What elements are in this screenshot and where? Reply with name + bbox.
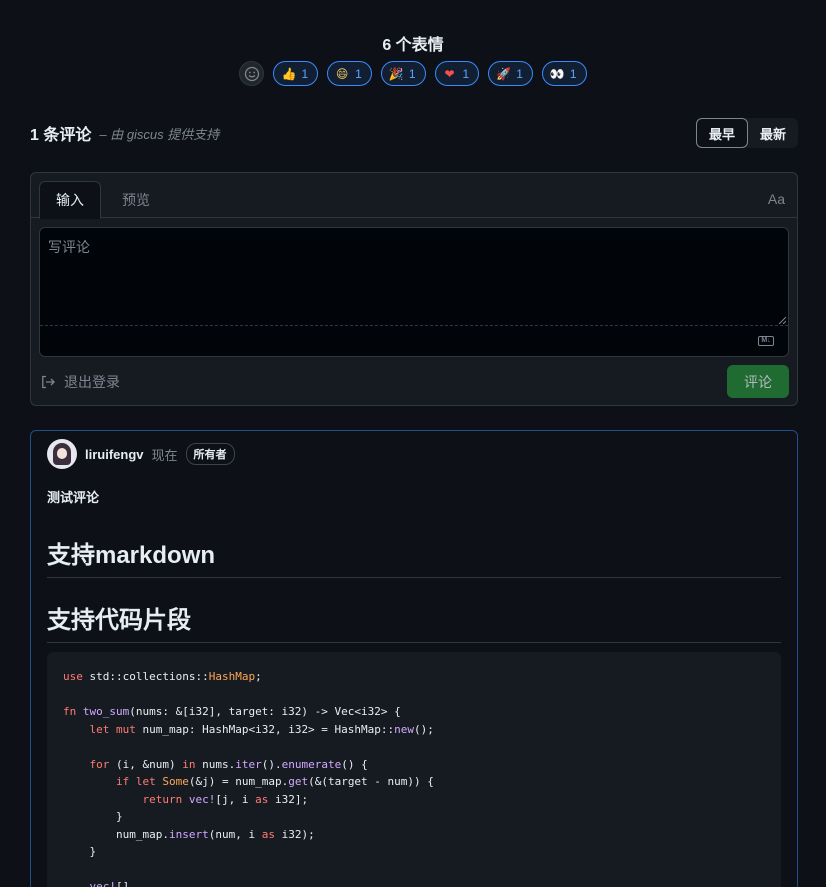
text-size-toggle[interactable]: Aa xyxy=(768,191,785,207)
rocket-icon: 🚀 xyxy=(496,66,512,81)
code-line: let mut num_map: HashMap<i32, i32> = Has… xyxy=(89,722,434,736)
reaction-thumbs-up[interactable]: 👍 1 xyxy=(273,61,319,86)
submit-comment-button[interactable]: 评论 xyxy=(727,365,789,398)
sort-oldest-button[interactable]: 最早 xyxy=(695,118,748,148)
reaction-heart[interactable]: ❤ 1 xyxy=(434,61,480,86)
smiley-icon xyxy=(244,66,260,81)
sign-out-link[interactable]: 退出登录 xyxy=(40,372,120,392)
reaction-eyes[interactable]: 👀 1 xyxy=(541,61,587,86)
reactions-heading: 6 个表情 xyxy=(382,37,444,54)
giscus-page: 6 个表情 👍 1 😄 1 🎉 1 ❤ 1 🚀 1 👀 1 1 条评论 – 由 … xyxy=(0,0,826,887)
comment-time[interactable]: 现在 xyxy=(152,445,178,464)
markdown-icon: M↓ xyxy=(758,336,774,346)
reaction-laugh[interactable]: 😄 1 xyxy=(327,61,372,86)
tab-preview[interactable]: 预览 xyxy=(106,181,166,218)
code-block: use std::collections::HashMap; fn two_su… xyxy=(47,652,781,887)
sort-toggle: 最早 最新 xyxy=(695,118,798,148)
sign-out-icon xyxy=(42,375,55,389)
reaction-count: 1 xyxy=(462,66,470,81)
thumbs-up-icon: 👍 xyxy=(281,66,297,81)
sign-out-label: 退出登录 xyxy=(64,374,120,390)
code-line: return vec![j, i as i32]; xyxy=(142,792,309,806)
code-line: } xyxy=(63,810,123,823)
reaction-count: 1 xyxy=(408,66,416,81)
reaction-hooray[interactable]: 🎉 1 xyxy=(380,61,426,86)
code-line: fn two_sum(nums: &[i32], target: i32) ->… xyxy=(63,705,401,718)
hooray-icon: 🎉 xyxy=(388,66,404,81)
laugh-icon: 😄 xyxy=(335,66,349,81)
reaction-count: 1 xyxy=(516,66,523,81)
comment-heading: 支持markdown xyxy=(47,535,781,578)
comment-header: liruifengv 现在 所有者 xyxy=(47,439,235,469)
code-line: vec![] xyxy=(89,880,130,887)
reaction-count: 1 xyxy=(355,66,362,81)
editor-tabs: 输入 预览 Aa xyxy=(31,173,797,219)
comment-editor: 输入 预览 Aa 写评论 M↓ 退出登录 评论 xyxy=(30,172,798,406)
sort-newest-button[interactable]: 最新 xyxy=(748,118,798,148)
reaction-count: 1 xyxy=(569,66,577,81)
reaction-rocket[interactable]: 🚀 1 xyxy=(488,61,533,86)
powered-by-label: – 由 giscus 提供支持 xyxy=(99,126,220,142)
code-line: } xyxy=(63,845,97,858)
tab-write[interactable]: 输入 xyxy=(39,181,101,219)
comment-input[interactable]: 写评论 xyxy=(40,228,788,326)
code-line: num_map.insert(num, i as i32); xyxy=(63,827,315,841)
comment-count: 1 条评论 xyxy=(30,127,92,144)
eyes-icon: 👀 xyxy=(549,66,565,81)
reactions-row: 👍 1 😄 1 🎉 1 ❤ 1 🚀 1 👀 1 xyxy=(0,61,826,86)
comment-card: liruifengv 现在 所有者 测试评论 支持markdown 支持代码片段… xyxy=(30,430,798,887)
code-line: use std::collections::HashMap; xyxy=(63,670,262,683)
comment-heading: 支持代码片段 xyxy=(47,600,781,643)
comment-input-wrapper: 写评论 M↓ xyxy=(39,227,789,357)
avatar[interactable] xyxy=(47,439,77,469)
resize-handle-icon[interactable] xyxy=(778,316,786,324)
reaction-count: 1 xyxy=(301,66,309,81)
code-line: if let Some(&j) = num_map.get(&(target -… xyxy=(115,775,434,788)
comment-paragraph: 测试评论 xyxy=(47,490,100,505)
comment-author[interactable]: liruifengv xyxy=(85,447,144,462)
code-line: for (i, &num) in nums.iter().enumerate()… xyxy=(89,757,368,771)
add-reaction-button[interactable] xyxy=(239,61,265,86)
owner-badge: 所有者 xyxy=(185,443,235,465)
comments-header: 1 条评论 – 由 giscus 提供支持 最早 最新 xyxy=(30,118,798,148)
comment-body: 测试评论 支持markdown 支持代码片段 use std::collecti… xyxy=(47,487,781,887)
heart-icon: ❤ xyxy=(444,66,455,81)
